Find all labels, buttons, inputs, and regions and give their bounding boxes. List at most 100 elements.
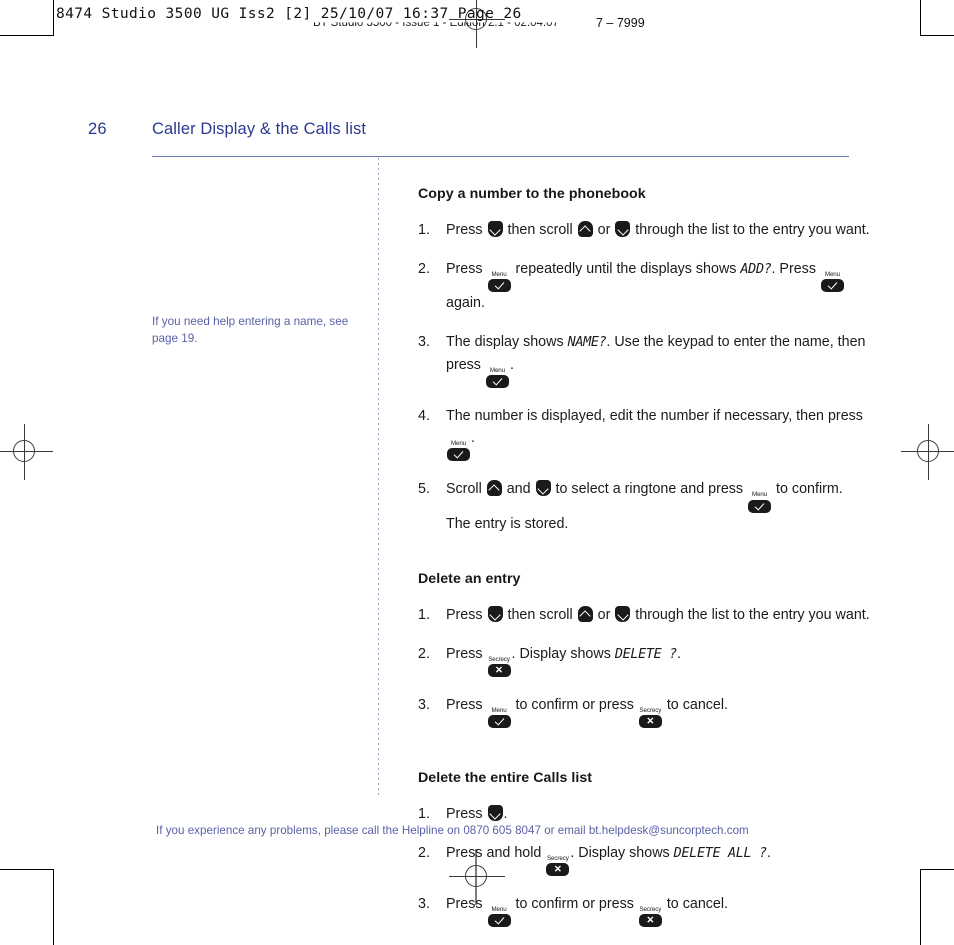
crop-mark-bottom-right (920, 869, 954, 945)
step-text: Press and hold (446, 844, 546, 861)
menu-key-icon: Menu (487, 271, 511, 293)
page-title: Caller Display & the Calls list (152, 120, 366, 138)
secrecy-key-label: Secrecy (639, 906, 662, 914)
registration-mark-right (901, 424, 954, 480)
step-text: . (676, 645, 681, 662)
step-item: 3. Press Menu to confirm or press Secrecy… (418, 694, 870, 728)
step-text: . Press (771, 261, 820, 278)
step-text: through the list to the entry you want. (631, 222, 870, 238)
step-item: 1. Press then scroll or through the list … (418, 219, 870, 241)
menu-key-label: Menu (450, 440, 467, 448)
menu-key-label: Menu (489, 366, 505, 374)
step-text: or (593, 606, 615, 623)
step-number: 2. (418, 261, 430, 278)
menu-key-label: Menu (491, 706, 507, 714)
crop-mark-top-right (920, 0, 954, 36)
step-text: then scroll (503, 606, 577, 623)
step-text: Press (446, 805, 487, 822)
scroll-up-key-icon (577, 605, 593, 622)
crop-mark-bottom-left (0, 869, 54, 945)
scroll-down-key-icon (615, 221, 631, 237)
secrecy-key-label: Secrecy (547, 854, 569, 862)
step-text: through the list to the entry you want. (631, 606, 870, 623)
section-heading: Delete an entry (418, 570, 521, 587)
step-text: . (471, 430, 475, 447)
step-text: and (502, 481, 535, 498)
menu-key-icon: Menu (487, 906, 511, 928)
step-text: Press (446, 261, 487, 278)
step-text: to cancel. (662, 696, 729, 713)
step-text: or (593, 222, 615, 238)
step-item: 3. Press Menu to confirm or press Secrecy… (418, 893, 870, 928)
step-text: again. (446, 295, 485, 312)
step-list: 1. Press then scroll or through the list … (418, 219, 870, 535)
step-item: 2. Press Menu repeatedly until the displa… (418, 258, 870, 314)
scroll-down-key-icon (615, 605, 631, 622)
crop-mark-top-left (0, 0, 54, 36)
secrecy-key-icon: Secrecy ✕ (638, 906, 662, 928)
step-item: 1. Press then scroll or through the list … (418, 604, 870, 626)
step-number: 2. (418, 645, 430, 662)
step-text: The number is displayed, edit the number… (446, 408, 863, 425)
secrecy-key-label: Secrecy (639, 706, 662, 714)
scroll-down-key-icon (487, 221, 503, 237)
step-item: 5. Scroll and to select a ringtone and pr… (418, 478, 870, 534)
step-number: 3. (418, 896, 430, 913)
menu-key-icon: Menu (487, 706, 511, 728)
scroll-down-key-icon (535, 480, 551, 497)
scroll-down-key-icon (487, 804, 503, 821)
step-text: repeatedly until the displays shows (511, 261, 741, 278)
step-text: to confirm or press (511, 896, 638, 913)
lcd-display-text: DELETE ? (614, 646, 677, 662)
step-text: Press (446, 645, 487, 662)
column-divider (378, 158, 379, 798)
step-number: 5. (418, 481, 430, 498)
step-text: . (766, 844, 771, 861)
step-text: . Display shows (511, 645, 615, 662)
step-number: 4. (418, 408, 430, 425)
step-text: then scroll (503, 222, 577, 238)
step-text: The display shows (446, 334, 568, 351)
secrecy-key-icon: Secrecy ✕ (546, 854, 570, 877)
menu-key-label: Menu (491, 271, 507, 279)
step-item: 2. Press and hold Secrecy ✕. Display shows… (418, 842, 870, 877)
step-text: . Display shows (570, 844, 674, 861)
page-footer: If you experience any problems, please c… (156, 824, 749, 837)
secrecy-key-label: Secrecy (488, 655, 510, 663)
step-item: 2. Press Secrecy ✕. Display shows DELETE ?… (418, 643, 870, 677)
page-number: 26 (88, 120, 107, 138)
step-list: 1. Press then scroll or through the list … (418, 604, 870, 728)
menu-key-icon: Menu (485, 366, 509, 389)
step-text: Press (446, 696, 487, 713)
step-item: 1. Press . (418, 803, 870, 825)
step-text: Press (446, 606, 487, 623)
registration-mark-left (0, 424, 53, 480)
secrecy-key-icon: Secrecy ✕ (638, 706, 662, 728)
scroll-up-key-icon (486, 480, 502, 497)
step-item: 4. The number is displayed, edit the numb… (418, 405, 870, 462)
margin-note: If you need help entering a name, see pa… (152, 315, 349, 345)
secrecy-key-icon: Secrecy ✕ (487, 655, 511, 677)
step-item: 3. The display shows NAME?. Use the keypa… (418, 331, 870, 389)
menu-key-label: Menu (491, 906, 507, 914)
step-number: 1. (418, 222, 430, 238)
menu-key-icon: Menu (748, 491, 772, 513)
step-number: 3. (418, 696, 430, 713)
section-heading: Copy a number to the phonebook (418, 186, 646, 202)
print-job-slug-line-2-tail: 7 – 7999 (596, 16, 645, 30)
title-rule (152, 156, 849, 158)
menu-key-label: Menu (752, 491, 768, 499)
step-text: Press (446, 896, 487, 913)
step-number: 3. (418, 334, 430, 351)
print-job-slug-line-1: 8474 Studio 3500 UG Iss2 [2] 25/10/07 16… (56, 6, 522, 22)
step-text: . (509, 356, 514, 373)
step-text: Press (446, 222, 487, 238)
step-number: 2. (418, 844, 430, 861)
step-text: Scroll (446, 481, 486, 498)
section-heading: Delete the entire Calls list (418, 769, 593, 786)
main-content: Copy a number to the phonebook 1. Press th… (418, 186, 870, 928)
lcd-display-text: DELETE ALL ? (673, 845, 767, 861)
step-text: to select a ringtone and press (551, 481, 748, 498)
step-number: 1. (418, 606, 430, 623)
step-text: . (503, 805, 508, 822)
